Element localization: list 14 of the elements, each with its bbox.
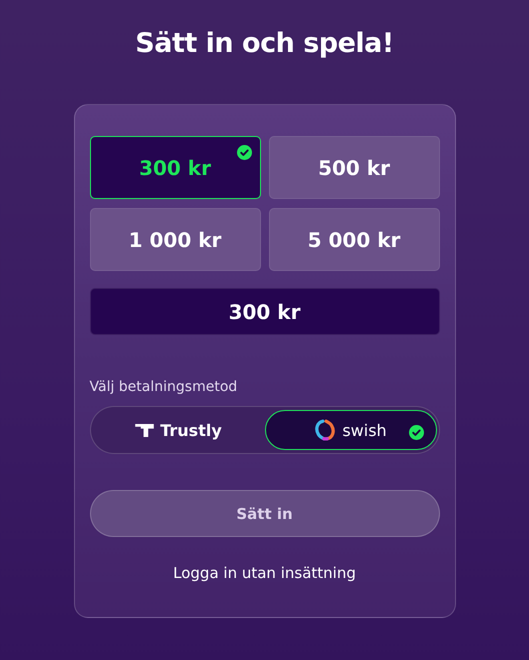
checkmark-icon: [408, 425, 424, 440]
trustly-logo-icon: [135, 424, 154, 436]
payment-option[interactable]: Trustly: [92, 410, 264, 450]
login-link[interactable]: Logga in utan insättning: [173, 563, 356, 583]
page-title: Sätt in och spela!: [135, 27, 394, 61]
amount-option[interactable]: 500 kr: [268, 136, 440, 199]
amount-option[interactable]: 1 000 kr: [90, 208, 260, 271]
payment-label: Välj betalningsmetod: [90, 378, 238, 397]
amount-option[interactable]: 5 000 kr: [268, 208, 440, 271]
swish-logo-icon: [314, 419, 336, 441]
amount-option[interactable]: 300 kr: [90, 136, 260, 199]
amount-field[interactable]: 300 kr: [90, 288, 440, 335]
payment-option[interactable]: swish: [264, 410, 436, 450]
checkmark-icon: [236, 145, 252, 160]
